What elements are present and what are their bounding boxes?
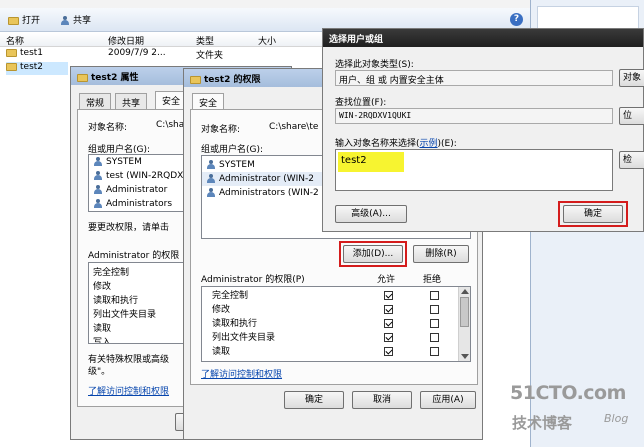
select-users-dialog: 选择用户或组 选择此对象类型(S): 用户、组 或 内置安全主体 对象 查找位置…: [322, 28, 644, 232]
open-icon: [8, 16, 19, 25]
input-value: test2: [341, 155, 367, 166]
perms-apply-button[interactable]: 应用(A): [420, 391, 476, 409]
user-icon: [93, 184, 103, 195]
add-button-highlight: [339, 241, 407, 267]
props-perm-label: Administrator 的权限: [88, 251, 180, 261]
object-type-label: 选择此对象类型(S):: [335, 60, 414, 70]
user-icon: [93, 170, 103, 181]
location-field: WIN-2RQDXV1QUKI: [335, 108, 613, 124]
folder-icon: [190, 75, 201, 84]
perm-row: 列出文件夹目录: [202, 331, 470, 345]
deny-checkbox[interactable]: [430, 291, 439, 300]
deny-header: 拒绝: [423, 275, 442, 285]
object-name-label: 对象名称:: [201, 125, 241, 135]
perm-name: 读取和执行: [212, 319, 258, 329]
explorer-column-header: 名称 修改日期 类型 大小: [0, 33, 325, 47]
enter-object-label: 输入对象名称来选择(示例)(E):: [335, 139, 457, 149]
ok-button-highlight: [558, 201, 628, 227]
perm-row: 读取: [202, 345, 470, 359]
check-names-button[interactable]: 检: [619, 151, 644, 169]
allow-checkbox[interactable]: [384, 305, 393, 314]
group-icon: [93, 198, 103, 209]
perms-cancel-button[interactable]: 取消: [352, 391, 412, 409]
scroll-down-icon[interactable]: [461, 354, 469, 359]
locations-button[interactable]: 位: [619, 107, 644, 125]
allow-header: 允许: [377, 275, 396, 285]
perms-scrollbar[interactable]: [458, 287, 470, 361]
location-label: 查找位置(F):: [335, 98, 387, 108]
select-users-title: 选择用户或组: [323, 29, 643, 47]
object-name-value: C:\share\te: [269, 122, 319, 132]
watermark: 51CTO.com 技术博客 Blog: [508, 380, 638, 442]
explorer-menu-strip: [0, 0, 530, 8]
scroll-up-icon[interactable]: [461, 289, 469, 294]
watermark-logo: 51CTO.com: [510, 382, 626, 404]
object-type-field: 用户、组 或 内置安全主体: [335, 70, 613, 86]
share-icon: [60, 15, 70, 26]
deny-checkbox[interactable]: [430, 333, 439, 342]
user-icon: [206, 173, 216, 184]
folder-icon: [6, 48, 17, 57]
perm-row: 读取和执行: [202, 317, 470, 331]
object-name-input[interactable]: test2: [335, 149, 613, 191]
user-icon: [206, 159, 216, 170]
perms-list[interactable]: 完全控制修改读取和执行列出文件夹目录 读取: [201, 286, 471, 362]
tab-general[interactable]: 常规: [79, 93, 112, 109]
group-label: 组或用户名(G):: [201, 145, 264, 155]
col-name[interactable]: 名称: [6, 34, 24, 47]
folder-icon: [6, 62, 17, 71]
perm-name: 修改: [212, 305, 231, 315]
perm-name: 列出文件夹目录: [212, 333, 276, 343]
share-button[interactable]: 共享: [60, 13, 91, 26]
deny-checkbox[interactable]: [430, 305, 439, 314]
group-icon: [206, 187, 216, 198]
allow-checkbox[interactable]: [384, 291, 393, 300]
tab-sharing[interactable]: 共享: [115, 93, 148, 109]
advanced-button[interactable]: 高级(A)...: [335, 205, 407, 223]
perm-row: 修改: [202, 303, 470, 317]
user-icon: [93, 156, 103, 167]
perm-rows: 完全控制修改读取和执行列出文件夹目录 读取: [202, 289, 470, 359]
special-hint-2: 级"。: [88, 367, 111, 377]
perm-name: 完全控制: [212, 291, 249, 301]
deny-checkbox[interactable]: [430, 319, 439, 328]
object-name-label: 对象名称:: [88, 123, 128, 133]
allow-checkbox[interactable]: [384, 333, 393, 342]
object-types-button[interactable]: 对象: [619, 69, 644, 87]
help-icon[interactable]: ?: [510, 13, 523, 26]
object-name-value: C:\sha: [156, 120, 185, 130]
scroll-thumb[interactable]: [460, 297, 469, 327]
col-type[interactable]: 类型: [196, 34, 214, 47]
watermark-blog: Blog: [604, 412, 629, 425]
perm-label: Administrator 的权限(P): [201, 275, 305, 285]
file-row-test2[interactable]: test2: [6, 62, 68, 75]
allow-checkbox[interactable]: [384, 319, 393, 328]
allow-checkbox[interactable]: [384, 347, 393, 356]
remove-button[interactable]: 删除(R): [413, 245, 469, 263]
perm-row: 完全控制: [202, 289, 470, 303]
examples-link[interactable]: 示例: [420, 139, 438, 149]
perm-name: 读取: [212, 347, 231, 357]
folder-icon: [77, 73, 88, 82]
file-row-test1[interactable]: test1 2009/7/9 2... 文件夹: [6, 48, 326, 61]
access-control-link[interactable]: 了解访问控制和权限: [201, 367, 282, 380]
watermark-sub: 技术博客: [512, 414, 573, 432]
change-hint: 要更改权限，请单击: [88, 223, 170, 233]
perms-ok-button[interactable]: 确定: [284, 391, 344, 409]
col-size[interactable]: 大小: [258, 34, 276, 47]
open-button[interactable]: 打开: [8, 13, 40, 26]
access-control-link[interactable]: 了解访问控制和权限: [88, 384, 169, 397]
col-date[interactable]: 修改日期: [108, 34, 144, 47]
deny-checkbox[interactable]: [430, 347, 439, 356]
